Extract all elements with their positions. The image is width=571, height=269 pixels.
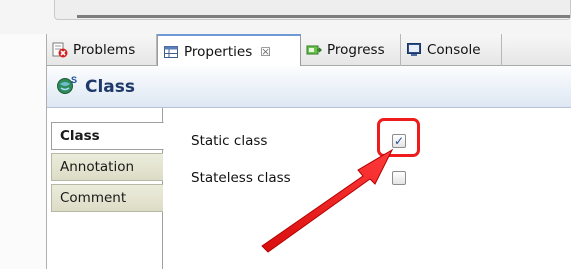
section-tab-label: Class (60, 128, 100, 144)
static-class-label: Static class (191, 133, 268, 149)
class-properties-panel: Static class ✓ Stateless class (164, 108, 571, 269)
tab-label: Console (427, 42, 481, 58)
tab-problems[interactable]: Problems (47, 34, 157, 66)
close-icon[interactable]: ☒ (260, 45, 271, 59)
view-tab-strip: Problems Properties ☒ Progress Console (47, 34, 571, 67)
tab-label: Problems (73, 42, 136, 58)
svg-text:S: S (71, 75, 77, 85)
problems-icon (52, 42, 68, 58)
horizontal-scrollbar[interactable] (54, 0, 571, 20)
highlight-box (377, 118, 420, 157)
section-tab-annotation[interactable]: Annotation (51, 153, 163, 181)
editor-area-edge (0, 0, 571, 34)
property-section-tabs: Class Annotation Comment (47, 108, 164, 269)
tab-label: Properties (184, 43, 253, 60)
tab-console[interactable]: Console (401, 34, 502, 66)
section-tab-label: Comment (60, 190, 127, 206)
tab-properties[interactable]: Properties ☒ (157, 34, 301, 67)
stateless-class-label: Stateless class (191, 170, 291, 186)
console-icon (406, 42, 422, 58)
java-class-icon: S (56, 75, 78, 98)
properties-header: S Class (47, 66, 571, 108)
section-tab-label: Annotation (60, 159, 135, 175)
section-tab-comment[interactable]: Comment (51, 184, 163, 212)
section-tab-class[interactable]: Class (51, 122, 164, 150)
properties-icon (163, 44, 179, 60)
tab-label: Progress (327, 42, 385, 58)
stateless-class-checkbox[interactable] (392, 171, 406, 185)
page-title: Class (85, 76, 136, 97)
properties-view: Problems Properties ☒ Progress Console S… (46, 34, 571, 269)
tab-progress[interactable]: Progress (301, 34, 401, 66)
progress-icon (306, 42, 322, 58)
